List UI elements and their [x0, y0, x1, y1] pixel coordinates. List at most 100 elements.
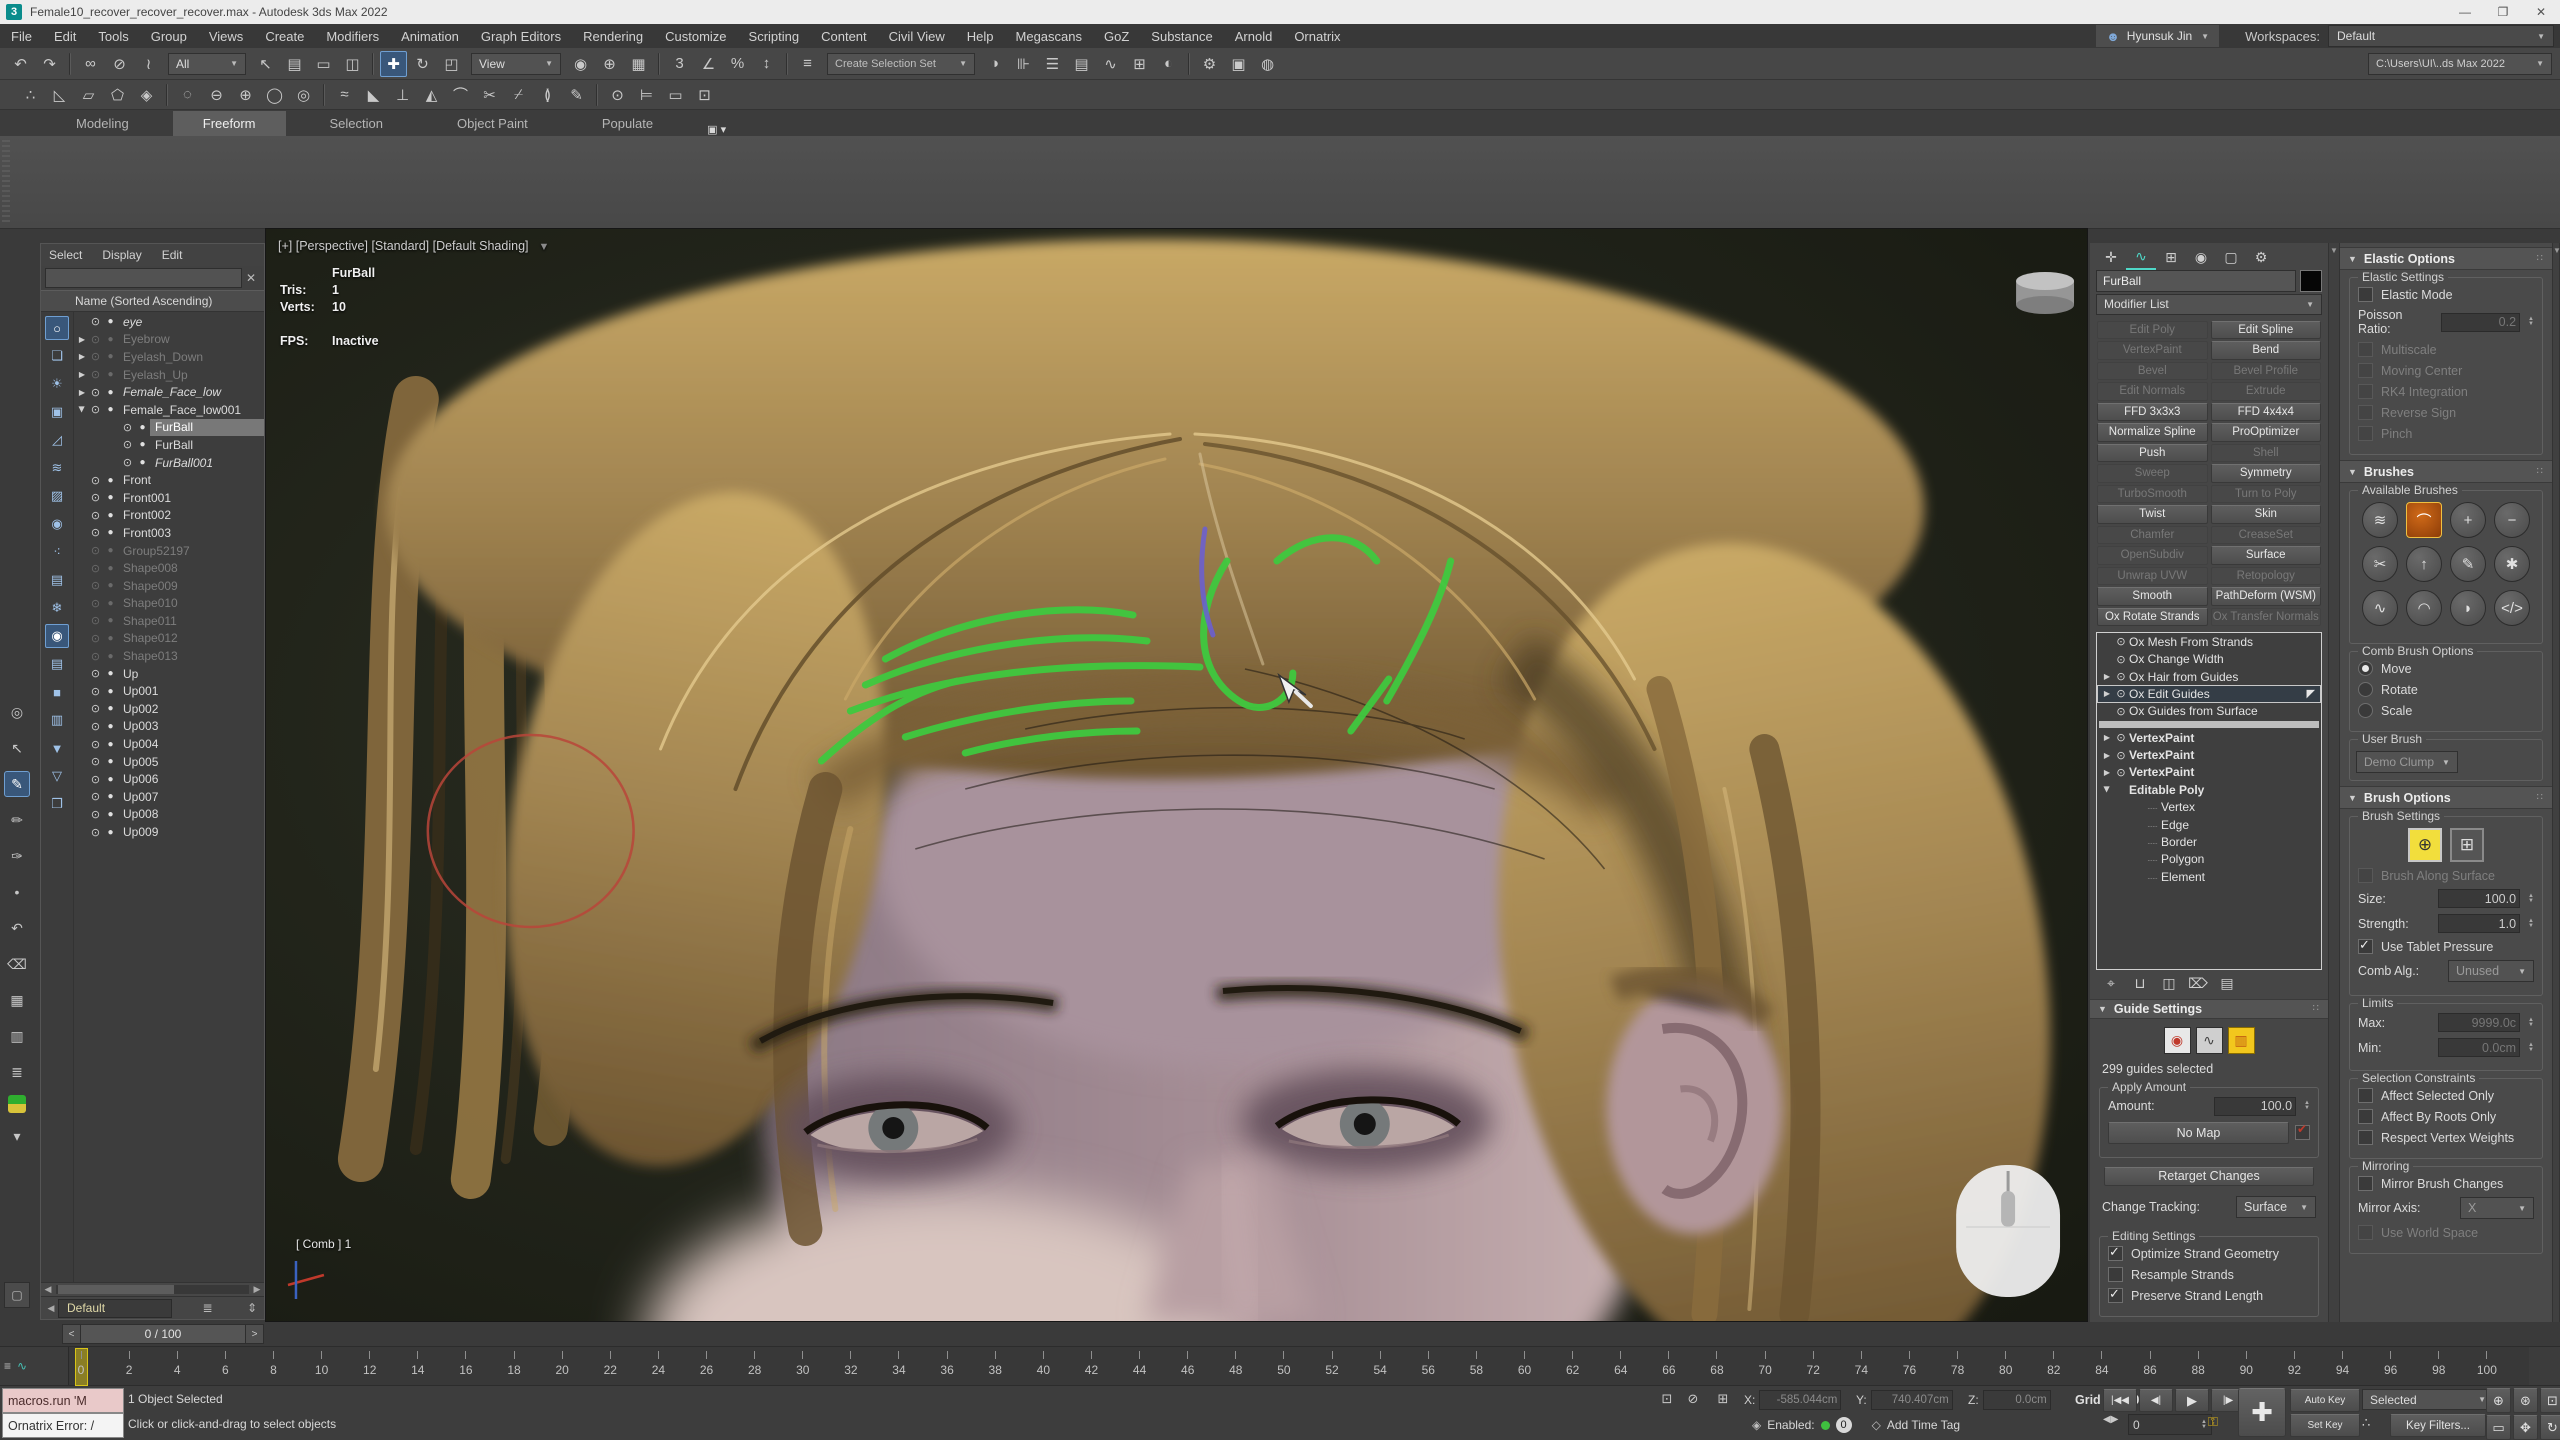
scene-object-row[interactable]: ▶ ⊙ ● Eyebrow — [74, 331, 264, 349]
undo-stroke-icon[interactable]: ↶ — [4, 915, 30, 941]
align-icon[interactable]: ⊪ — [1010, 51, 1037, 77]
modifier-button[interactable]: Chamfer — [2097, 526, 2208, 545]
curve-editor-icon[interactable]: ∿ — [1097, 51, 1124, 77]
zoom-extents-icon[interactable]: ⊡ — [2540, 1388, 2560, 1413]
modifier-button[interactable]: Edit Spline — [2211, 321, 2322, 340]
scene-object-row[interactable]: ▶ ⊙ ● Up — [74, 665, 264, 683]
modifier-stack-row[interactable]: ▶ ⊙ VertexPaint ◤ — [2097, 764, 2321, 781]
clear-search-icon[interactable]: ✕ — [242, 271, 260, 285]
key-mode-dropdown[interactable]: Selected▼ — [2362, 1389, 2494, 1410]
project-folder-dropdown[interactable]: C:\Users\UI\..ds Max 2022▼ — [2368, 53, 2552, 75]
selectability-dot-icon[interactable]: ● — [103, 809, 118, 820]
script-brush-icon[interactable]: </> — [2494, 590, 2530, 626]
visibility-eye-icon[interactable]: ⊙ — [88, 526, 103, 539]
collapse-icon[interactable]: ◀ — [44, 1303, 58, 1314]
selectability-dot-icon[interactable]: ● — [103, 475, 118, 486]
scene-object-row[interactable]: ▶ ⊙ ● Front001 — [74, 489, 264, 507]
display-materials-icon[interactable]: ▨ — [45, 484, 69, 508]
layer-manager-icon[interactable]: ☰ — [1039, 51, 1066, 77]
close-button[interactable]: ✕ — [2522, 0, 2560, 24]
scene-object-row[interactable]: ▶ ⊙ ● Front003 — [74, 524, 264, 542]
selection-constraint-checkbox[interactable]: Respect Vertex Weights — [2358, 1130, 2534, 1145]
square-brush-icon[interactable]: ⊞ — [2450, 828, 2484, 862]
mirror-icon[interactable]: ◑ — [981, 51, 1008, 77]
scene-object-row[interactable]: ▶ ⊙ ● eye — [74, 313, 264, 331]
modify-tab-icon[interactable]: ∿ — [2126, 245, 2156, 270]
selectability-dot-icon[interactable]: ● — [103, 510, 118, 521]
amount-spinner[interactable]: 100.0 — [2214, 1097, 2296, 1116]
visibility-eye-icon[interactable]: ⊙ — [88, 685, 103, 698]
modifier-button[interactable]: FFD 4x4x4 — [2211, 403, 2322, 422]
edge-mode-icon[interactable]: ◺ — [46, 82, 73, 108]
display-helpers-icon[interactable]: ◿ — [45, 428, 69, 452]
relax-tool-icon[interactable]: ≈ — [331, 82, 358, 108]
explorer-horizontal-scrollbar[interactable]: ◀ ▶ — [41, 1282, 264, 1296]
scrollbar-thumb[interactable] — [58, 1285, 174, 1294]
named-selection-set-combo[interactable]: Create Selection Set▼ — [827, 53, 975, 75]
visibility-eye-icon[interactable]: ⊙ — [88, 826, 103, 839]
ribbon-tab[interactable]: Freeform — [173, 111, 286, 136]
auto-key-button[interactable]: Auto Key — [2290, 1389, 2360, 1412]
spinner-arrows-icon[interactable]: ▲▼ — [2528, 919, 2534, 929]
menu-item[interactable]: Tools — [87, 24, 139, 48]
menu-item[interactable]: Ornatrix — [1283, 24, 1351, 48]
explorer-search-input[interactable] — [45, 268, 242, 288]
elastic-mode-checkbox[interactable]: Elastic Mode — [2358, 287, 2534, 302]
spinner-arrows-icon[interactable]: ▲▼ — [2528, 317, 2534, 327]
spinner-arrows-icon[interactable]: ▲▼ — [2304, 1101, 2310, 1111]
scene-object-row[interactable]: ▶ ⊙ ● Front002 — [74, 507, 264, 525]
modifier-stack-row[interactable]: ▶ ⊙ Editable Poly ◤ — [2097, 781, 2321, 798]
selectability-dot-icon[interactable]: ● — [103, 369, 118, 380]
scroll-arrow-icon[interactable]: ▼ — [2553, 243, 2559, 255]
display-box-icon[interactable]: ❒ — [45, 792, 69, 816]
ribbon-tab[interactable]: Object Paint — [427, 111, 558, 136]
window-crossing-toggle-icon[interactable]: ◫ — [339, 51, 366, 77]
modifier-stack-row[interactable]: ▶ ⊙ VertexPaint ◤ — [2097, 729, 2321, 746]
selectability-dot-icon[interactable]: ● — [103, 527, 118, 538]
editing-setting-checkbox[interactable]: Preserve Strand Length — [2108, 1288, 2310, 1303]
menu-item[interactable]: Rendering — [572, 24, 654, 48]
orbit-icon[interactable]: ↻ — [2540, 1415, 2560, 1440]
element-mode-icon[interactable]: ◈ — [133, 82, 160, 108]
isolate-selection-icon[interactable]: ⊡ — [1656, 1391, 1678, 1409]
expand-arrow-icon[interactable]: ▶ — [76, 352, 88, 361]
brushes-rollout[interactable]: ▼ Brushes ∷ — [2340, 460, 2552, 483]
rectangular-selection-region-icon[interactable]: ▭ — [310, 51, 337, 77]
reference-coordinate-dropdown[interactable]: View▼ — [471, 53, 561, 75]
schematic-view-icon[interactable]: ⊞ — [1126, 51, 1153, 77]
open-minicurve-icon[interactable]: ≡ — [4, 1359, 11, 1373]
visibility-eye-icon[interactable]: ⊙ — [88, 386, 103, 399]
selectability-dot-icon[interactable]: ● — [103, 756, 118, 767]
visibility-eye-icon[interactable]: ⊙ — [88, 474, 103, 487]
display-shapes-icon[interactable]: ❏ — [45, 344, 69, 368]
explorer-sort-header[interactable]: Name (Sorted Ascending) — [41, 290, 264, 312]
brush-along-surface-checkbox[interactable]: Brush Along Surface — [2358, 868, 2534, 883]
menu-item[interactable]: Views — [198, 24, 254, 48]
scene-object-row[interactable]: ▶ ⊙ ● Up002 — [74, 700, 264, 718]
collapse-toolbar-icon[interactable]: ▾ — [4, 1123, 30, 1149]
selectability-dot-icon[interactable]: ● — [103, 387, 118, 398]
poisson-ratio-spinner[interactable]: 0.2 — [2441, 313, 2520, 332]
display-notes-icon[interactable]: ▥ — [45, 708, 69, 732]
scene-object-row[interactable]: ▶ ⊙ ● Up009 — [74, 823, 264, 841]
elastic-option-checkbox[interactable]: Reverse Sign — [2358, 405, 2534, 420]
min-spinner[interactable]: 0.0cm — [2438, 1038, 2520, 1057]
selectability-dot-icon[interactable]: ● — [103, 563, 118, 574]
make-unique-icon[interactable]: ◫ — [2158, 975, 2180, 992]
explorer-menu-item[interactable]: Edit — [162, 248, 183, 262]
show-end-result-icon[interactable]: ⊔ — [2129, 975, 2151, 992]
cut-brush-icon[interactable]: ✂ — [2362, 546, 2398, 582]
display-none-icon[interactable]: ○ — [45, 316, 69, 340]
scene-object-row[interactable]: ▶ ⊙ ● FurBall — [74, 419, 264, 437]
visibility-eye-icon[interactable]: ⊙ — [88, 368, 103, 381]
expand-arrow-icon[interactable]: ▶ — [2101, 768, 2113, 777]
selection-filter-dropdown[interactable]: All▼ — [168, 53, 246, 75]
selection-lock-icon[interactable]: ⊘ — [1682, 1391, 1704, 1409]
object-color-swatch[interactable] — [2300, 270, 2322, 292]
grow-selection-icon[interactable]: ⊕ — [232, 82, 259, 108]
ribbon-tab[interactable]: Selection — [300, 111, 413, 136]
modifier-list-dropdown[interactable]: Modifier List▼ — [2096, 294, 2322, 314]
menu-item[interactable]: Civil View — [878, 24, 956, 48]
maximize-button[interactable]: ❐ — [2484, 0, 2522, 24]
angle-snap-icon[interactable]: ∠ — [695, 51, 722, 77]
